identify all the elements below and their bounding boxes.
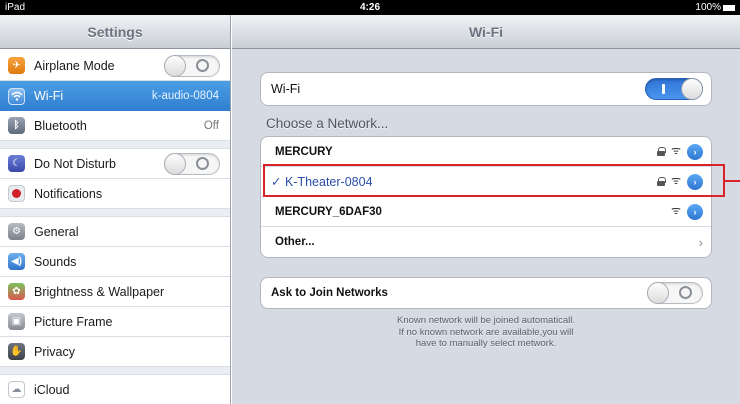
- network-row-k-theater[interactable]: ✓ K-Theater-0804 ᯤ ›: [261, 167, 711, 197]
- sidebar-item-wifi[interactable]: Wi-Fi k-audio-0804: [0, 81, 230, 111]
- sidebar-item-label: Brightness & Wallpaper: [34, 284, 165, 299]
- settings-sidebar: Settings ✈ Airplane Mode Wi-Fi k-audio-0…: [0, 15, 231, 404]
- detail-title: Wi-Fi: [232, 15, 740, 49]
- ask-to-join-toggle[interactable]: [647, 282, 703, 304]
- notifications-icon: [8, 185, 25, 202]
- wifi-toggle[interactable]: [645, 78, 703, 100]
- checkmark-icon: ✓: [271, 175, 282, 189]
- sidebar-item-brightness-wallpaper[interactable]: ✿ Brightness & Wallpaper: [0, 277, 230, 307]
- clock: 4:26: [359, 2, 380, 13]
- sidebar-item-label: Bluetooth: [34, 118, 87, 133]
- sidebar-item-label: Picture Frame: [34, 314, 113, 329]
- network-name: K-Theater-0804: [284, 175, 373, 189]
- choose-network-heading: Choose a Network...: [266, 116, 389, 131]
- chevron-right-icon: ›: [698, 234, 703, 250]
- lock-icon: [656, 177, 666, 186]
- airplane-icon: ✈: [8, 57, 25, 74]
- sidebar-item-value: Off: [203, 119, 219, 132]
- sidebar-item-notifications[interactable]: Notifications: [0, 179, 230, 209]
- wifi-label: Wi-Fi: [271, 82, 301, 96]
- network-row-mercury[interactable]: MERCURY ᯤ ›: [261, 137, 711, 167]
- sidebar-item-privacy[interactable]: ✋ Privacy: [0, 337, 230, 367]
- wifi-detail-pane: Wi-Fi Wi-Fi Choose a Network... MERCURY …: [232, 15, 740, 404]
- ask-to-join-group: Ask to Join Networks: [260, 277, 712, 309]
- note-line: If no known network are available,you wi…: [398, 326, 574, 338]
- network-row-mercury-6daf30[interactable]: MERCURY_6DAF30 ᯤ ›: [261, 197, 711, 227]
- sidebar-item-label: Airplane Mode: [34, 58, 115, 73]
- callout-line: [725, 180, 740, 182]
- sidebar-item-picture-frame[interactable]: ▣ Picture Frame: [0, 307, 230, 337]
- cloud-icon: ☁: [8, 381, 25, 398]
- ask-to-join-label: Ask to Join Networks: [271, 287, 388, 299]
- sidebar-item-do-not-disturb[interactable]: ☾ Do Not Disturb: [0, 149, 230, 179]
- status-bar: iPad 4:26 100%: [0, 0, 740, 15]
- network-details-button[interactable]: ›: [687, 173, 703, 190]
- sidebar-separator: [0, 367, 230, 375]
- speaker-icon: ◀): [8, 253, 25, 270]
- ask-to-join-row: Ask to Join Networks: [261, 278, 711, 308]
- sidebar-item-general[interactable]: ⚙ General: [0, 217, 230, 247]
- hand-icon: ✋: [8, 343, 25, 360]
- other-network-label: Other...: [275, 236, 315, 248]
- wifi-signal-icon: ᯤ: [670, 145, 681, 157]
- sidebar-item-label: Privacy: [34, 344, 75, 359]
- network-name: MERCURY_6DAF30: [275, 205, 382, 218]
- ask-to-join-note: Known network will be joined automatical…: [260, 315, 712, 350]
- sidebar-item-label: Do Not Disturb: [34, 156, 116, 171]
- sidebar-item-value: k-audio-0804: [151, 90, 219, 102]
- wifi-signal-icon: ᯤ: [670, 205, 681, 217]
- sidebar-item-bluetooth[interactable]: ᛒ Bluetooth Off: [0, 111, 230, 141]
- wifi-icon: [8, 87, 25, 105]
- note-line: Known network will be joined automatical…: [397, 315, 575, 326]
- bluetooth-icon: ᛒ: [8, 117, 25, 134]
- note-line: have to manually select metwork.: [415, 338, 557, 349]
- flower-icon: ✿: [8, 283, 25, 300]
- wifi-toggle-group: Wi-Fi: [260, 72, 712, 106]
- network-name: MERCURY: [275, 145, 333, 158]
- wifi-signal-icon: ᯤ: [670, 175, 681, 187]
- sidebar-separator: [0, 209, 230, 217]
- sidebar-item-label: Wi-Fi: [34, 89, 64, 103]
- wifi-toggle-row: Wi-Fi: [261, 73, 711, 105]
- gear-icon: ⚙: [8, 223, 25, 240]
- network-list: MERCURY ᯤ › ✓ K-Theater-0804 ᯤ › MERCURY…: [260, 136, 712, 258]
- network-details-button[interactable]: ›: [687, 203, 703, 220]
- network-name-connected: ✓ K-Theater-0804: [271, 174, 657, 189]
- sidebar-item-icloud[interactable]: ☁ iCloud: [0, 375, 230, 404]
- sidebar-item-airplane-mode[interactable]: ✈ Airplane Mode: [0, 51, 230, 81]
- picture-frame-icon: ▣: [8, 313, 25, 330]
- sidebar-item-label: Sounds: [34, 254, 77, 269]
- lock-icon: [656, 147, 666, 156]
- sidebar-item-label: Notifications: [34, 186, 103, 201]
- sidebar-separator: [0, 141, 230, 149]
- moon-icon: ☾: [8, 155, 25, 172]
- sidebar-item-label: General: [34, 224, 79, 239]
- network-details-button[interactable]: ›: [687, 143, 703, 160]
- sidebar-item-sounds[interactable]: ◀) Sounds: [0, 247, 230, 277]
- airplane-mode-toggle[interactable]: [164, 54, 220, 77]
- sidebar-item-label: iCloud: [34, 382, 70, 397]
- network-row-other[interactable]: Other... ›: [261, 227, 711, 257]
- do-not-disturb-toggle[interactable]: [164, 152, 220, 175]
- sidebar-title: Settings: [0, 15, 230, 49]
